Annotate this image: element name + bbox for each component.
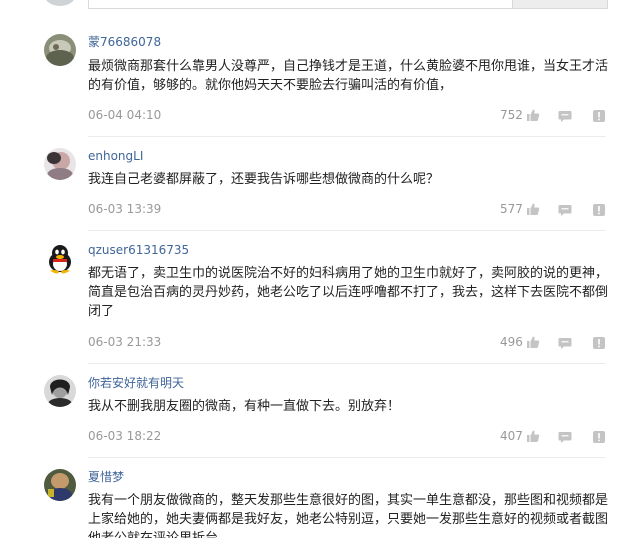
current-user-avatar [44,0,76,6]
comment-divider [88,136,606,137]
thumbs-up-icon [526,202,540,216]
like-button[interactable]: 752 [500,108,540,122]
reply-button[interactable] [558,335,572,349]
comment-username[interactable]: qzuser61316735 [88,243,189,257]
exclamation-icon [592,430,606,444]
like-count: 577 [500,202,523,216]
like-count: 496 [500,335,523,349]
reply-button[interactable] [558,429,572,443]
comment-text: 我连自己老婆都屏蔽了，还要我告诉哪些想做微商的什么呢？ [88,172,440,187]
comment-username[interactable]: 蒙76686078 [88,35,161,49]
like-count: 752 [500,108,523,122]
report-button[interactable] [592,108,606,122]
comment-text: 我有一个朋友做微商的，整天发那些生意很好的图，其实一单生意都没，那些图和视频都是… [88,493,609,538]
like-button[interactable]: 496 [500,335,540,349]
exclamation-icon [592,203,606,217]
comment-username[interactable]: 夏惜梦 [88,470,124,484]
exclamation-icon [592,109,606,123]
speech-bubble-icon [558,203,572,217]
reply-button[interactable] [558,202,572,216]
avatar[interactable] [44,148,76,180]
thumbs-up-icon [526,108,540,122]
like-button[interactable]: 577 [500,202,540,216]
comment-time: 06-03 18:22 [88,429,162,443]
report-button[interactable] [592,202,606,216]
avatar[interactable] [44,375,76,407]
avatar[interactable] [44,469,76,501]
report-button[interactable] [592,335,606,349]
comment-username[interactable]: enhongLI [88,149,143,163]
comment-divider [88,230,606,231]
comment-page: 蒙76686078 最烦微商那套什么靠男人没尊严，自己挣钱才是王道，什么黄脸婆不… [0,0,640,538]
comment-username[interactable]: 你若安好就有明天 [88,376,184,390]
speech-bubble-icon [558,336,572,350]
comment-text: 我从不删我朋友圈的微商，有种一直做下去。别放弃！ [88,399,401,414]
like-count: 407 [500,429,523,443]
submit-comment-button[interactable] [512,0,608,9]
speech-bubble-icon [558,430,572,444]
thumbs-up-icon [526,429,540,443]
comment-time: 06-04 04:10 [88,108,162,122]
speech-bubble-icon [558,109,572,123]
report-button[interactable] [592,429,606,443]
reply-button[interactable] [558,108,572,122]
comment-time: 06-03 21:33 [88,335,162,349]
avatar[interactable] [44,34,76,66]
comment-composer [0,0,640,12]
avatar[interactable] [44,242,76,274]
comment-divider [88,457,606,458]
comment-divider [88,363,606,364]
exclamation-icon [592,336,606,350]
thumbs-up-icon [526,335,540,349]
comment-input[interactable] [88,0,513,9]
comment-text: 都无语了，卖卫生巾的说医院治不好的妇科病用了她的卫生巾就好了，卖阿胶的说的更神，… [88,266,609,319]
like-button[interactable]: 407 [500,429,540,443]
comment-time: 06-03 13:39 [88,202,162,216]
comment-text: 最烦微商那套什么靠男人没尊严，自己挣钱才是王道，什么黄脸婆不甩你甩谁，当女王才活… [88,59,609,93]
